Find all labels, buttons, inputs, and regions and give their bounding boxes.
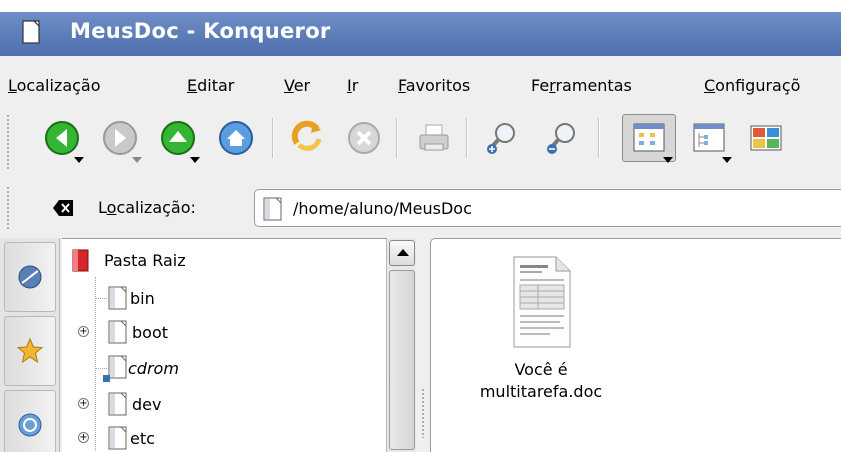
tree-view-button[interactable] bbox=[684, 116, 734, 163]
tree-scrollbar[interactable] bbox=[386, 238, 416, 452]
reload-icon bbox=[291, 120, 322, 151]
file-item[interactable]: Você é multitarefa.doc bbox=[451, 255, 631, 403]
tree-item-cdrom[interactable]: cdrom bbox=[62, 353, 382, 383]
toolbar-grip[interactable] bbox=[6, 114, 11, 170]
toolbar-separator bbox=[272, 118, 274, 158]
menu-editar[interactable]: Editar bbox=[187, 76, 234, 95]
menu-ver[interactable]: Ver bbox=[284, 76, 310, 95]
back-icon bbox=[45, 121, 79, 155]
clear-location-icon[interactable] bbox=[52, 199, 74, 217]
up-dropdown-arrow[interactable] bbox=[190, 157, 200, 163]
icon-view-button[interactable] bbox=[622, 114, 676, 163]
tree-item-root[interactable]: Pasta Raiz bbox=[62, 245, 382, 275]
tree-view-icon bbox=[693, 123, 725, 152]
zoom-in-icon bbox=[487, 123, 515, 154]
scrollbar-thumb[interactable] bbox=[389, 270, 415, 450]
menu-ferramentas[interactable]: Ferramentas bbox=[531, 76, 632, 95]
root-folder-icon bbox=[72, 249, 89, 272]
file-name-line: multitarefa.doc bbox=[479, 382, 603, 401]
symlink-folder-icon bbox=[103, 355, 127, 382]
menu-bar: Localização Editar Ver Ir Favoritos Ferr… bbox=[0, 56, 841, 110]
tree-item-label: etc bbox=[130, 428, 155, 448]
network-icon bbox=[18, 413, 42, 437]
up-icon bbox=[161, 121, 195, 155]
toolbar-separator bbox=[466, 118, 468, 158]
stop-icon bbox=[348, 122, 380, 154]
back-dropdown-arrow[interactable] bbox=[74, 157, 84, 163]
expand-icon[interactable]: + bbox=[78, 398, 89, 409]
toolbar-separator bbox=[598, 118, 600, 158]
print-icon bbox=[419, 124, 449, 151]
tree-item-label: boot bbox=[132, 322, 169, 342]
title-bar[interactable]: MeusDoc - Konqueror bbox=[0, 0, 841, 56]
folder-page-icon bbox=[263, 197, 282, 221]
home-icon bbox=[219, 121, 253, 155]
tree-item-boot[interactable]: + boot bbox=[62, 317, 382, 347]
tree-view-dropdown-arrow[interactable] bbox=[722, 157, 732, 163]
tree-guide-line bbox=[95, 298, 107, 299]
location-label: Localização: bbox=[98, 198, 196, 217]
multi-column-view-icon bbox=[750, 125, 782, 151]
main-toolbar bbox=[0, 110, 841, 182]
sidebar-tab-bar bbox=[0, 238, 60, 452]
folder-page-icon bbox=[108, 392, 127, 416]
zoom-out-icon bbox=[547, 123, 575, 154]
menu-configuracoes[interactable]: Configuraçõ bbox=[704, 76, 800, 95]
tree-item-bin[interactable]: bin bbox=[62, 283, 382, 313]
location-bar: Localização: /home/aluno/MeusDoc bbox=[0, 182, 841, 234]
window-app-icon[interactable] bbox=[22, 20, 40, 44]
toolbar-separator bbox=[396, 118, 398, 158]
globe-icon bbox=[18, 265, 42, 289]
folder-page-icon bbox=[108, 426, 127, 450]
file-name: Você é multitarefa.doc bbox=[451, 359, 631, 403]
forward-button[interactable] bbox=[98, 116, 142, 163]
tree-item-label: cdrom bbox=[128, 358, 179, 378]
folder-page-icon bbox=[108, 286, 127, 310]
back-button[interactable] bbox=[40, 116, 84, 163]
location-toolbar-grip[interactable] bbox=[6, 186, 11, 230]
stop-button[interactable] bbox=[342, 116, 386, 160]
sidebar-tab-history[interactable] bbox=[4, 242, 56, 312]
sidebar-tab-bookmarks[interactable] bbox=[4, 316, 56, 386]
tree-item-dev[interactable]: + dev bbox=[62, 389, 382, 419]
tree-item-etc[interactable]: + etc bbox=[62, 423, 382, 452]
zoom-out-button[interactable] bbox=[540, 116, 584, 160]
location-input[interactable]: /home/aluno/MeusDoc bbox=[254, 189, 841, 227]
view-mode-dropdown-arrow[interactable] bbox=[663, 157, 673, 163]
menu-favoritos[interactable]: Favoritos bbox=[398, 76, 470, 95]
folder-tree: Pasta Raiz bin + boot cdrom + dev + etc bbox=[62, 238, 388, 452]
up-button[interactable] bbox=[156, 116, 200, 163]
file-view: Você é multitarefa.doc bbox=[430, 238, 841, 452]
window-title: MeusDoc - Konqueror bbox=[70, 19, 331, 43]
star-icon bbox=[16, 337, 44, 364]
panel-splitter[interactable] bbox=[416, 238, 430, 452]
location-path: /home/aluno/MeusDoc bbox=[293, 199, 472, 218]
print-button[interactable] bbox=[412, 116, 456, 160]
expand-icon[interactable]: + bbox=[78, 326, 89, 337]
expand-icon[interactable]: + bbox=[78, 432, 89, 443]
scroll-up-arrow[interactable] bbox=[389, 240, 415, 266]
menu-ir[interactable]: Ir bbox=[347, 76, 358, 95]
tree-item-label: bin bbox=[130, 288, 155, 308]
reload-button[interactable] bbox=[286, 116, 330, 160]
icon-view-icon bbox=[633, 123, 665, 152]
sidebar-tab-services[interactable] bbox=[4, 390, 56, 452]
home-button[interactable] bbox=[214, 116, 258, 160]
splitter-grip bbox=[421, 388, 425, 438]
forward-icon bbox=[103, 121, 137, 155]
tree-item-label: dev bbox=[132, 394, 162, 414]
zoom-in-button[interactable] bbox=[480, 116, 524, 160]
multi-column-view-button[interactable] bbox=[744, 116, 788, 160]
document-icon bbox=[513, 256, 571, 348]
menu-localizacao[interactable]: Localização bbox=[8, 76, 101, 95]
tree-item-label: Pasta Raiz bbox=[104, 250, 186, 270]
folder-page-icon bbox=[108, 320, 127, 344]
file-name-line: Você é bbox=[514, 360, 568, 379]
forward-dropdown-arrow[interactable] bbox=[132, 157, 142, 163]
